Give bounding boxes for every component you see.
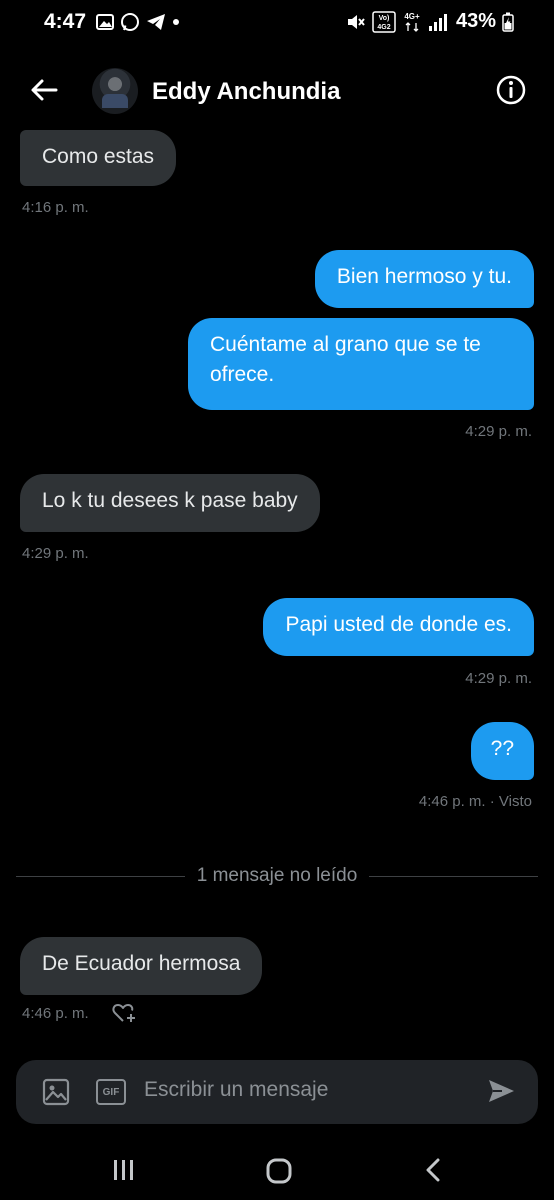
message-input[interactable]: Escribir un mensaje <box>144 1078 328 1102</box>
contact-name[interactable]: Eddy Anchundia <box>152 78 340 106</box>
message-bubble-outgoing[interactable]: ?? <box>470 722 534 780</box>
message-timestamp: 4:29 p. m. <box>22 545 89 562</box>
signal-strength-icon <box>428 13 447 31</box>
mute-icon <box>347 14 365 29</box>
network-type-text: 4G+ <box>404 12 420 21</box>
home-icon[interactable] <box>266 1158 292 1184</box>
back-arrow-icon[interactable] <box>28 74 60 106</box>
message-bubble-outgoing[interactable]: Cuéntame al grano que se te ofrece. <box>188 318 534 410</box>
gif-button[interactable]: GIF <box>96 1079 126 1105</box>
message-timestamp-seen: 4:46 p. m. · Visto <box>418 793 532 810</box>
whatsapp-notification-icon <box>121 13 139 31</box>
message-bubble-incoming[interactable]: De Ecuador hermosa <box>20 937 263 995</box>
recent-apps-icon[interactable] <box>112 1158 136 1182</box>
network-type-icon: 4G+ <box>404 12 420 32</box>
conversation-header: Eddy Anchundia <box>0 60 554 124</box>
volte-bottom-text: 4G2 <box>377 24 390 31</box>
message-timestamp: 4:29 p. m. <box>465 670 532 687</box>
message-timestamp: 4:29 p. m. <box>465 423 532 440</box>
send-icon[interactable] <box>486 1076 516 1106</box>
add-reaction-heart-icon[interactable] <box>112 1002 138 1024</box>
unread-divider: 1 mensaje no leído <box>16 862 538 890</box>
divider-line <box>16 875 185 877</box>
message-bubble-outgoing[interactable]: Bien hermoso y tu. <box>314 250 534 308</box>
message-composer: GIF Escribir un mensaje <box>16 1060 538 1124</box>
system-status-icons: Vo) 4G2 4G+ 43% <box>346 10 514 33</box>
volte-icon: Vo) 4G2 <box>372 10 396 33</box>
system-navigation-bar <box>0 1140 554 1200</box>
volte-top-text: Vo) <box>379 15 390 22</box>
battery-percentage: 43% <box>455 10 496 32</box>
gallery-notification-icon <box>96 14 114 30</box>
status-bar: 4:47 Vo) 4G2 4G+ 43% <box>0 0 554 46</box>
divider-line <box>369 875 538 877</box>
battery-charging-icon <box>502 12 514 32</box>
more-notifications-dot-icon <box>173 19 179 25</box>
nav-back-icon[interactable] <box>424 1158 442 1182</box>
notification-icons <box>96 12 180 32</box>
unread-divider-label: 1 mensaje no leído <box>196 865 358 886</box>
contact-avatar[interactable] <box>92 68 138 114</box>
message-timestamp: 4:16 p. m. <box>22 199 89 216</box>
telegram-notification-icon <box>147 14 165 30</box>
message-bubble-outgoing[interactable]: Papi usted de donde es. <box>263 598 534 656</box>
message-bubble-incoming[interactable]: Como estas <box>20 130 177 186</box>
message-bubble-incoming[interactable]: Lo k tu desees k pase baby <box>20 474 320 532</box>
image-icon[interactable] <box>42 1078 70 1106</box>
status-time: 4:47 <box>44 10 87 33</box>
message-timestamp: 4:46 p. m. <box>22 1005 89 1022</box>
info-icon[interactable] <box>496 75 526 105</box>
